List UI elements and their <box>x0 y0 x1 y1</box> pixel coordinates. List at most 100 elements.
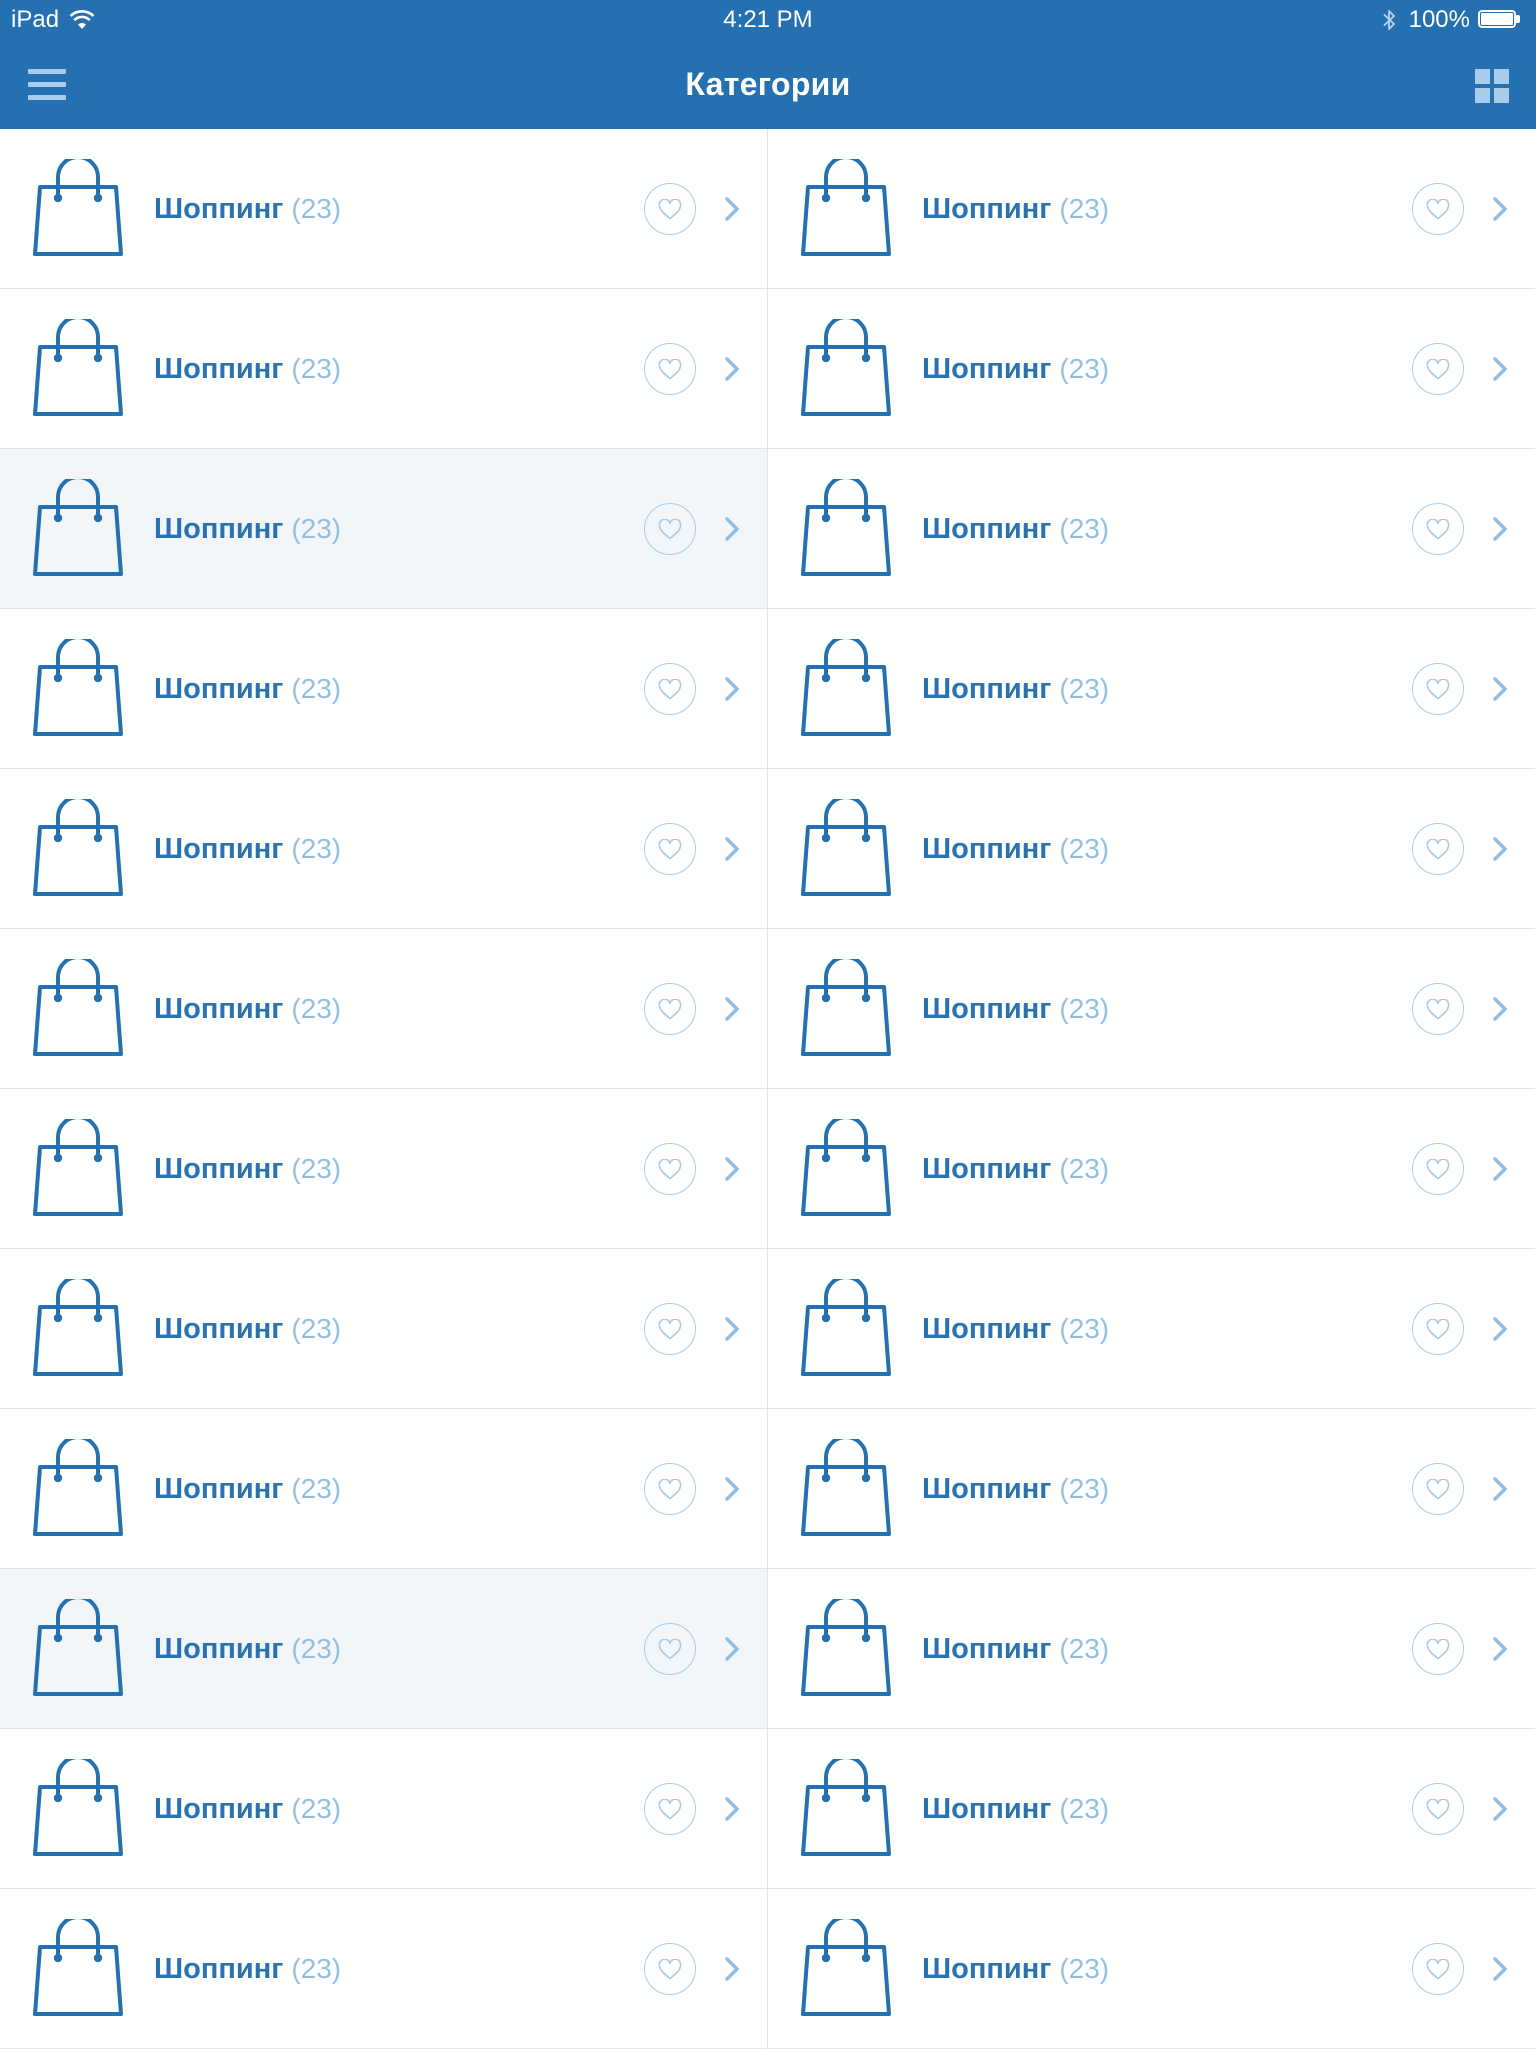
chevron-right-icon <box>725 517 739 541</box>
category-cell[interactable]: Шоппинг (23) <box>0 1889 767 2049</box>
chevron-right-icon <box>725 837 739 861</box>
category-grid: Шоппинг (23) Шоппинг (23) Шоппинг (23) Ш… <box>0 129 1536 2049</box>
category-cell[interactable]: Шоппинг (23) <box>0 1569 767 1729</box>
category-name: Шоппинг <box>154 1473 284 1505</box>
chevron-right-icon <box>1493 1957 1507 1981</box>
favorite-button[interactable] <box>1412 183 1464 235</box>
favorite-button[interactable] <box>1412 1463 1464 1515</box>
category-count: (23) <box>291 1633 342 1664</box>
shopping-bag-icon <box>801 639 891 736</box>
chevron-right-icon <box>1493 1317 1507 1341</box>
favorite-button[interactable] <box>1412 343 1464 395</box>
favorite-button[interactable] <box>1412 1623 1464 1675</box>
favorite-button[interactable] <box>644 1143 696 1195</box>
grid-view-icon[interactable] <box>1475 69 1509 103</box>
category-count: (23) <box>1059 193 1110 224</box>
heart-icon <box>1426 1479 1450 1500</box>
favorite-button[interactable] <box>644 663 696 715</box>
shopping-bag-icon <box>33 1119 123 1216</box>
chevron-right-icon <box>725 1637 739 1661</box>
category-cell[interactable]: Шоппинг (23) <box>768 1889 1535 2049</box>
category-label: Шоппинг (23) <box>922 609 1109 769</box>
favorite-button[interactable] <box>644 1943 696 1995</box>
favorite-button[interactable] <box>1412 1143 1464 1195</box>
category-cell[interactable]: Шоппинг (23) <box>768 1409 1535 1569</box>
category-name: Шоппинг <box>154 1633 284 1665</box>
category-label: Шоппинг (23) <box>922 129 1109 289</box>
heart-icon <box>658 359 682 380</box>
category-label: Шоппинг (23) <box>154 769 341 929</box>
category-name: Шоппинг <box>154 1953 284 1985</box>
category-name: Шоппинг <box>154 673 284 705</box>
category-count: (23) <box>291 193 342 224</box>
category-name: Шоппинг <box>922 673 1052 705</box>
category-name: Шоппинг <box>922 1313 1052 1345</box>
category-cell[interactable]: Шоппинг (23) <box>768 769 1535 929</box>
favorite-button[interactable] <box>1412 503 1464 555</box>
shopping-bag-icon <box>801 1599 891 1696</box>
category-label: Шоппинг (23) <box>154 1409 341 1569</box>
category-label: Шоппинг (23) <box>154 449 341 609</box>
favorite-button[interactable] <box>1412 1783 1464 1835</box>
category-cell[interactable]: Шоппинг (23) <box>768 449 1535 609</box>
category-cell[interactable]: Шоппинг (23) <box>0 449 767 609</box>
category-cell[interactable]: Шоппинг (23) <box>768 929 1535 1089</box>
favorite-button[interactable] <box>644 503 696 555</box>
chevron-right-icon <box>1493 1157 1507 1181</box>
category-label: Шоппинг (23) <box>154 289 341 449</box>
category-cell[interactable]: Шоппинг (23) <box>768 1569 1535 1729</box>
category-cell[interactable]: Шоппинг (23) <box>768 1089 1535 1249</box>
favorite-button[interactable] <box>1412 1303 1464 1355</box>
shopping-bag-icon <box>801 159 891 256</box>
favorite-button[interactable] <box>644 183 696 235</box>
category-count: (23) <box>1059 513 1110 544</box>
shopping-bag-icon <box>33 639 123 736</box>
chevron-right-icon <box>1493 197 1507 221</box>
category-cell[interactable]: Шоппинг (23) <box>0 1409 767 1569</box>
category-cell[interactable]: Шоппинг (23) <box>0 129 767 289</box>
favorite-button[interactable] <box>1412 823 1464 875</box>
chevron-right-icon <box>725 197 739 221</box>
favorite-button[interactable] <box>1412 983 1464 1035</box>
category-cell[interactable]: Шоппинг (23) <box>0 769 767 929</box>
category-cell[interactable]: Шоппинг (23) <box>0 609 767 769</box>
heart-icon <box>1426 1799 1450 1820</box>
category-cell[interactable]: Шоппинг (23) <box>768 289 1535 449</box>
category-cell[interactable]: Шоппинг (23) <box>0 1249 767 1409</box>
category-count: (23) <box>291 513 342 544</box>
favorite-button[interactable] <box>1412 663 1464 715</box>
favorite-button[interactable] <box>644 1303 696 1355</box>
category-cell[interactable]: Шоппинг (23) <box>0 1729 767 1889</box>
favorite-button[interactable] <box>644 1783 696 1835</box>
favorite-button[interactable] <box>644 983 696 1035</box>
category-count: (23) <box>291 1793 342 1824</box>
category-name: Шоппинг <box>922 1153 1052 1185</box>
favorite-button[interactable] <box>644 1463 696 1515</box>
chevron-right-icon <box>725 677 739 701</box>
heart-icon <box>1426 1959 1450 1980</box>
shopping-bag-icon <box>33 1279 123 1376</box>
favorite-button[interactable] <box>1412 1943 1464 1995</box>
shopping-bag-icon <box>33 479 123 576</box>
shopping-bag-icon <box>33 319 123 416</box>
category-count: (23) <box>1059 353 1110 384</box>
chevron-right-icon <box>1493 517 1507 541</box>
favorite-button[interactable] <box>644 1623 696 1675</box>
favorite-button[interactable] <box>644 343 696 395</box>
category-cell[interactable]: Шоппинг (23) <box>768 609 1535 769</box>
shopping-bag-icon <box>33 1759 123 1856</box>
category-name: Шоппинг <box>922 513 1052 545</box>
category-cell[interactable]: Шоппинг (23) <box>768 1729 1535 1889</box>
category-cell[interactable]: Шоппинг (23) <box>768 129 1535 289</box>
category-cell[interactable]: Шоппинг (23) <box>0 1089 767 1249</box>
favorite-button[interactable] <box>644 823 696 875</box>
heart-icon <box>1426 1159 1450 1180</box>
category-cell[interactable]: Шоппинг (23) <box>768 1249 1535 1409</box>
category-cell[interactable]: Шоппинг (23) <box>0 929 767 1089</box>
heart-icon <box>1426 999 1450 1020</box>
heart-icon <box>658 1159 682 1180</box>
heart-icon <box>1426 679 1450 700</box>
category-label: Шоппинг (23) <box>922 1729 1109 1889</box>
category-cell[interactable]: Шоппинг (23) <box>0 289 767 449</box>
shopping-bag-icon <box>801 799 891 896</box>
